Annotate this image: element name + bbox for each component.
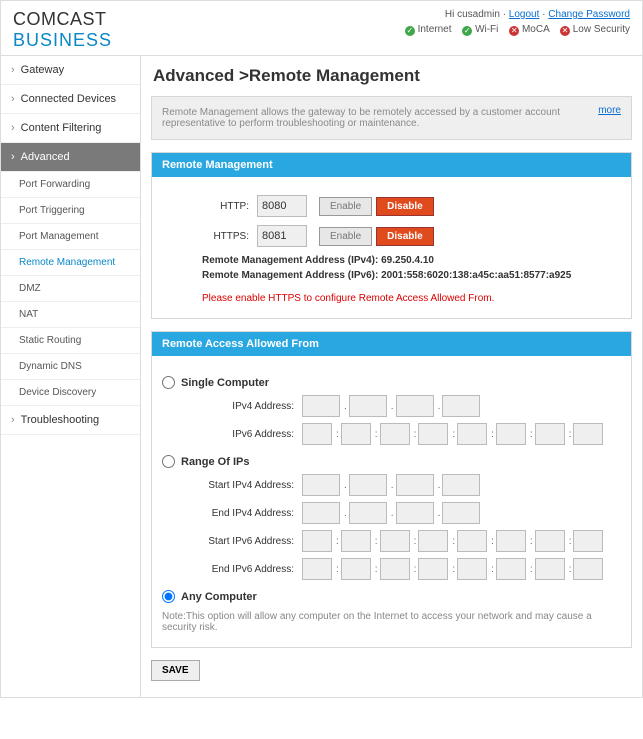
http-disable-button[interactable]: Disable — [376, 197, 434, 216]
nav-content-filtering[interactable]: Content Filtering — [1, 114, 140, 143]
ipv6-seg[interactable] — [573, 530, 603, 552]
greeting: Hi cusadmin — [445, 9, 500, 20]
ipv4-seg[interactable] — [396, 474, 434, 496]
ipv4-label: IPv4 Address: — [162, 401, 302, 412]
ipv6-seg[interactable] — [341, 423, 371, 445]
x-icon: ✕ — [509, 26, 519, 36]
any-computer-radio[interactable] — [162, 590, 175, 603]
ipv6-seg[interactable] — [302, 423, 332, 445]
ipv6-seg[interactable] — [341, 558, 371, 580]
ipv4-address-line: Remote Management Address (IPv4): 69.250… — [202, 255, 621, 266]
start-ipv6-label: Start IPv6 Address: — [162, 536, 302, 547]
ipv4-seg[interactable] — [442, 474, 480, 496]
nav-remote-management[interactable]: Remote Management — [1, 250, 140, 276]
end-ipv6-label: End IPv6 Address: — [162, 564, 302, 575]
logo: COMCAST BUSINESS — [13, 9, 112, 51]
http-enable-button[interactable]: Enable — [319, 197, 372, 216]
ipv6-seg[interactable] — [302, 530, 332, 552]
ipv4-seg[interactable] — [349, 395, 387, 417]
ipv6-seg[interactable] — [457, 558, 487, 580]
ipv4-seg[interactable] — [349, 502, 387, 524]
single-computer-option[interactable]: Single Computer — [162, 376, 621, 389]
ipv6-seg[interactable] — [380, 530, 410, 552]
more-link[interactable]: more — [598, 105, 621, 116]
intro-text: Remote Management allows the gateway to … — [162, 107, 560, 129]
start-ipv4-label: Start IPv4 Address: — [162, 480, 302, 491]
ipv4-seg[interactable] — [396, 502, 434, 524]
save-button[interactable]: SAVE — [151, 660, 200, 681]
status-internet: Internet — [418, 24, 452, 35]
ipv4-seg[interactable] — [302, 502, 340, 524]
ipv6-seg[interactable] — [496, 530, 526, 552]
https-port-input[interactable] — [257, 225, 307, 247]
logo-line1: COMCAST — [13, 9, 112, 30]
nav-port-management[interactable]: Port Management — [1, 224, 140, 250]
http-port-input[interactable] — [257, 195, 307, 217]
http-label: HTTP: — [162, 201, 257, 212]
check-icon: ✓ — [462, 26, 472, 36]
ipv4-seg[interactable] — [442, 395, 480, 417]
ipv6-seg[interactable] — [457, 423, 487, 445]
ipv6-label: IPv6 Address: — [162, 429, 302, 440]
logout-link[interactable]: Logout — [509, 9, 540, 20]
any-computer-note: Note:This option will allow any computer… — [162, 611, 621, 633]
allowed-from-header: Remote Access Allowed From — [152, 332, 631, 356]
change-password-link[interactable]: Change Password — [548, 9, 630, 20]
ipv6-seg[interactable] — [418, 423, 448, 445]
status-wifi: Wi-Fi — [475, 24, 498, 35]
logo-line2: BUSINESS — [13, 30, 112, 51]
ipv4-seg[interactable] — [349, 474, 387, 496]
ipv6-seg[interactable] — [418, 530, 448, 552]
nav-dmz[interactable]: DMZ — [1, 276, 140, 302]
ipv6-seg[interactable] — [535, 423, 565, 445]
status-security: Low Security — [573, 24, 630, 35]
ipv6-seg[interactable] — [535, 530, 565, 552]
nav-nat[interactable]: NAT — [1, 302, 140, 328]
ipv6-seg[interactable] — [302, 558, 332, 580]
ipv6-seg[interactable] — [535, 558, 565, 580]
https-label: HTTPS: — [162, 231, 257, 242]
nav-port-triggering[interactable]: Port Triggering — [1, 198, 140, 224]
ipv6-seg[interactable] — [573, 423, 603, 445]
nav-connected-devices[interactable]: Connected Devices — [1, 85, 140, 114]
nav-troubleshooting[interactable]: Troubleshooting — [1, 406, 140, 435]
ipv6-seg[interactable] — [380, 423, 410, 445]
ipv6-seg[interactable] — [457, 530, 487, 552]
nav-advanced[interactable]: Advanced — [1, 143, 140, 172]
range-of-ips-radio[interactable] — [162, 455, 175, 468]
page-title: Advanced >Remote Management — [153, 66, 632, 86]
ipv6-seg[interactable] — [418, 558, 448, 580]
ipv4-seg[interactable] — [302, 474, 340, 496]
ipv4-seg[interactable] — [302, 395, 340, 417]
nav-static-routing[interactable]: Static Routing — [1, 328, 140, 354]
ipv4-seg[interactable] — [442, 502, 480, 524]
https-warning: Please enable HTTPS to configure Remote … — [202, 293, 621, 304]
x-icon: ✕ — [560, 26, 570, 36]
ipv6-seg[interactable] — [380, 558, 410, 580]
ipv6-seg[interactable] — [341, 530, 371, 552]
ipv6-seg[interactable] — [573, 558, 603, 580]
check-icon: ✓ — [405, 26, 415, 36]
range-of-ips-option[interactable]: Range Of IPs — [162, 455, 621, 468]
ipv6-seg[interactable] — [496, 423, 526, 445]
remote-management-header: Remote Management — [152, 153, 631, 177]
ipv4-seg[interactable] — [396, 395, 434, 417]
nav-device-discovery[interactable]: Device Discovery — [1, 380, 140, 406]
nav-dynamic-dns[interactable]: Dynamic DNS — [1, 354, 140, 380]
nav-port-forwarding[interactable]: Port Forwarding — [1, 172, 140, 198]
https-disable-button[interactable]: Disable — [376, 227, 434, 246]
ipv6-address-line: Remote Management Address (IPv6): 2001:5… — [202, 270, 621, 281]
ipv6-seg[interactable] — [496, 558, 526, 580]
nav-gateway[interactable]: Gateway — [1, 56, 140, 85]
https-enable-button[interactable]: Enable — [319, 227, 372, 246]
end-ipv4-label: End IPv4 Address: — [162, 508, 302, 519]
any-computer-option[interactable]: Any Computer — [162, 590, 621, 603]
single-computer-radio[interactable] — [162, 376, 175, 389]
status-moca: MoCA — [522, 24, 549, 35]
